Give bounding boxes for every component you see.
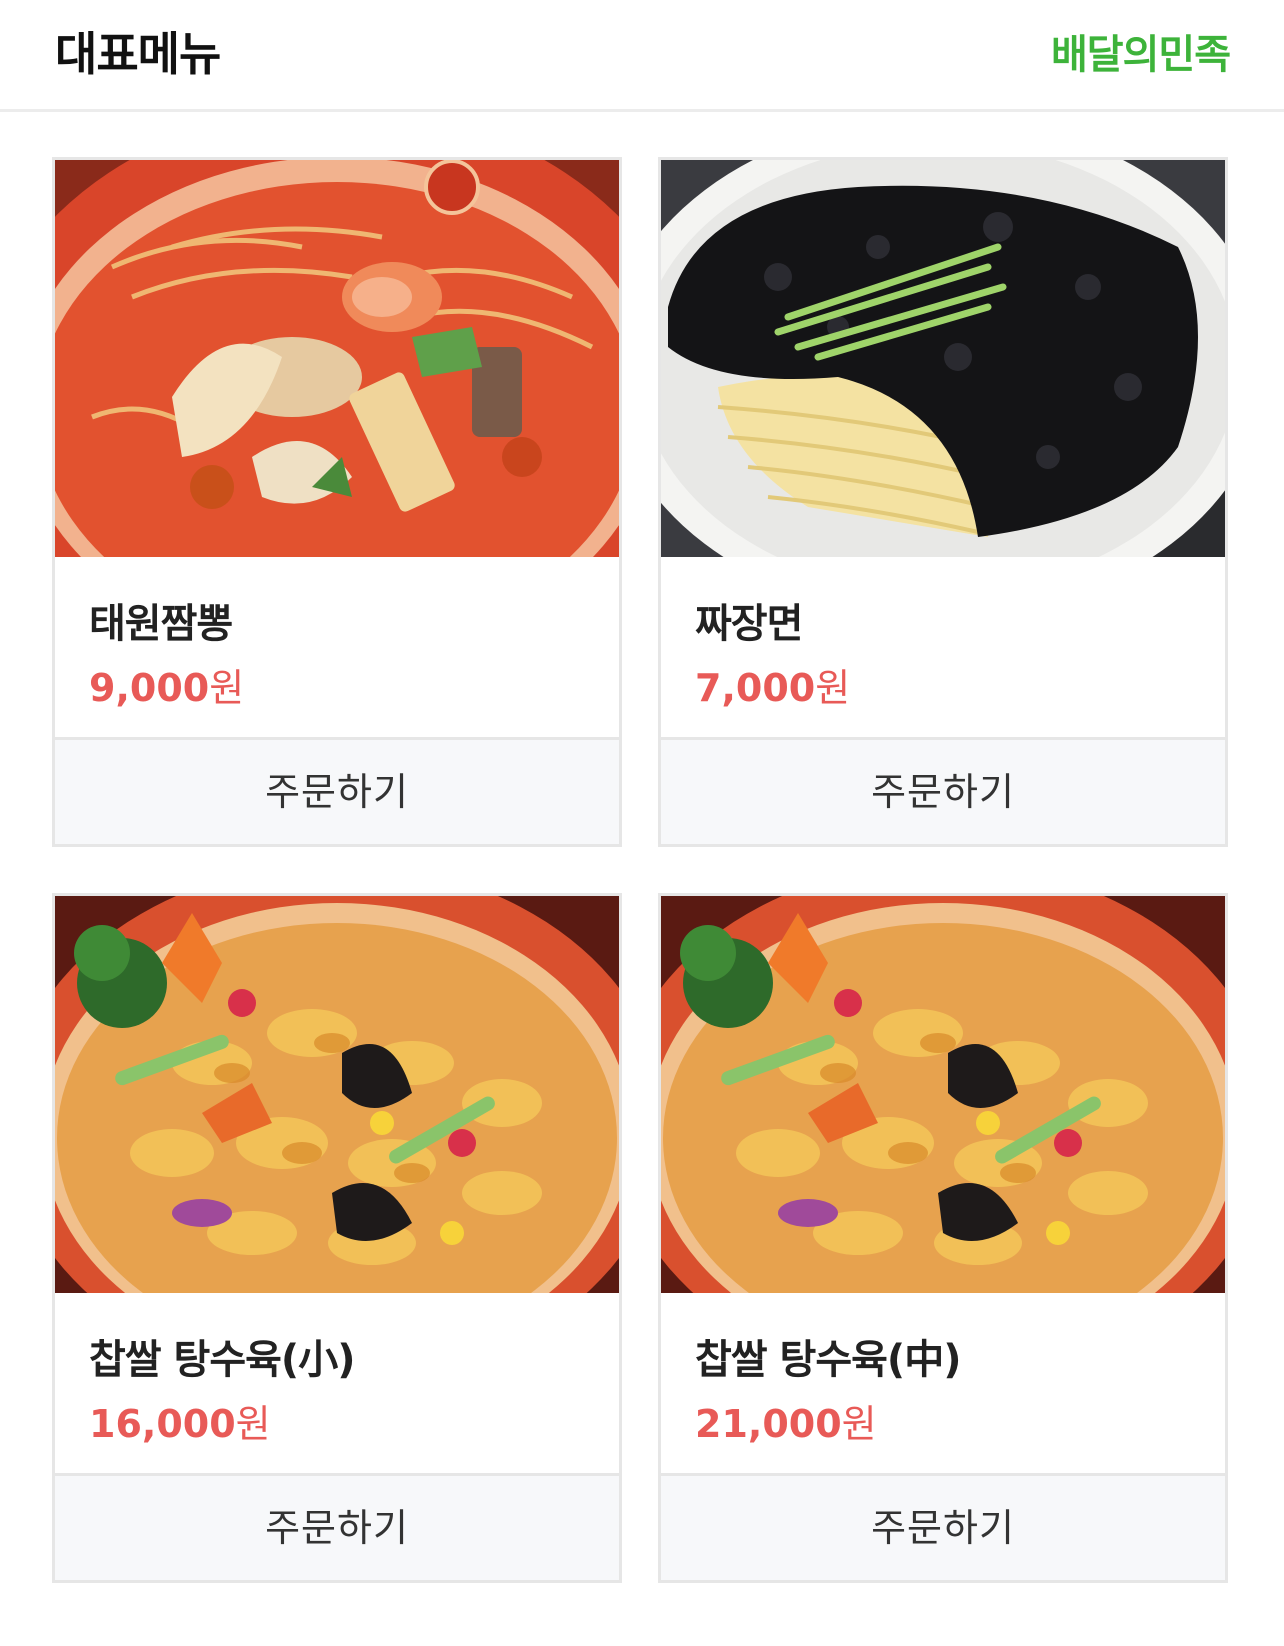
price-currency: 원 [815, 666, 851, 710]
order-button[interactable]: 주문하기 [55, 1476, 619, 1580]
menu-price: 16,000원 [89, 1393, 271, 1448]
menu-card-tangsuyuk-small[interactable]: 찹쌀 탕수육(小) 16,000원 주문하기 [52, 893, 622, 1583]
jjamppong-photo [55, 160, 619, 557]
menu-info: 찹쌀 탕수육(小) 16,000원 [55, 1293, 619, 1476]
brand-link[interactable]: 배달의민족 [1051, 22, 1231, 80]
menu-info: 짜장면 7,000원 [661, 557, 1225, 740]
menu-info: 찹쌀 탕수육(中) 21,000원 [661, 1293, 1225, 1476]
menu-info: 태원짬뽕 9,000원 [55, 557, 619, 740]
price-currency: 원 [841, 1402, 877, 1446]
menu-price: 21,000원 [695, 1393, 877, 1448]
tangsuyuk-photo [55, 896, 619, 1293]
price-currency: 원 [235, 1402, 271, 1446]
tangsuyuk-photo [661, 896, 1225, 1293]
menu-name: 태원짬뽕 [89, 601, 233, 647]
page-title: 대표메뉴 [55, 27, 221, 81]
price-value: 9,000 [89, 666, 210, 710]
price-value: 16,000 [89, 1402, 236, 1446]
order-button[interactable]: 주문하기 [661, 1476, 1225, 1580]
menu-card-jajangmyeon[interactable]: 짜장면 7,000원 주문하기 [658, 157, 1228, 847]
menu-name: 찹쌀 탕수육(小) [89, 1337, 355, 1383]
order-button[interactable]: 주문하기 [55, 740, 619, 844]
jajangmyeon-photo [661, 160, 1225, 557]
menu-card-tangsuyuk-medium[interactable]: 찹쌀 탕수육(中) 21,000원 주문하기 [658, 893, 1228, 1583]
menu-card-jjamppong[interactable]: 태원짬뽕 9,000원 주문하기 [52, 157, 622, 847]
order-button[interactable]: 주문하기 [661, 740, 1225, 844]
price-value: 7,000 [695, 666, 816, 710]
price-value: 21,000 [695, 1402, 842, 1446]
price-currency: 원 [209, 666, 245, 710]
menu-price: 9,000원 [89, 657, 244, 712]
menu-name: 짜장면 [695, 601, 803, 647]
header-bar: 대표메뉴 배달의민족 [0, 0, 1284, 112]
menu-name: 찹쌀 탕수육(中) [695, 1337, 961, 1383]
menu-price: 7,000원 [695, 657, 850, 712]
